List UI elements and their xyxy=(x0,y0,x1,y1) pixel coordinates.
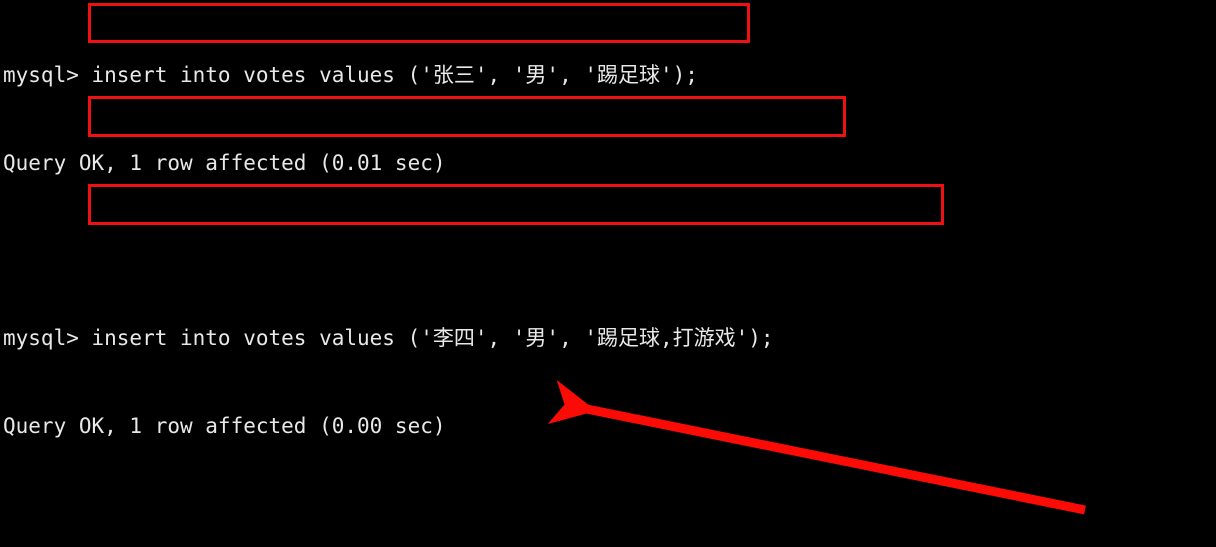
terminal-line-result-1: Query OK, 1 row affected (0.01 sec) xyxy=(3,151,446,175)
terminal-line-result-2: Query OK, 1 row affected (0.00 sec) xyxy=(3,413,446,438)
terminal-line-insert-1: mysql> insert into votes values ('张三', '… xyxy=(3,63,698,88)
terminal-output: mysql> insert into votes values ('张三', '… xyxy=(0,0,849,547)
terminal-line-blank-2 xyxy=(3,499,849,528)
terminal-line-insert-2: mysql> insert into votes values ('李四', '… xyxy=(3,326,774,351)
terminal-line-blank-1 xyxy=(3,237,849,266)
terminal-screen: mysql> insert into votes values ('张三', '… xyxy=(0,0,1216,547)
